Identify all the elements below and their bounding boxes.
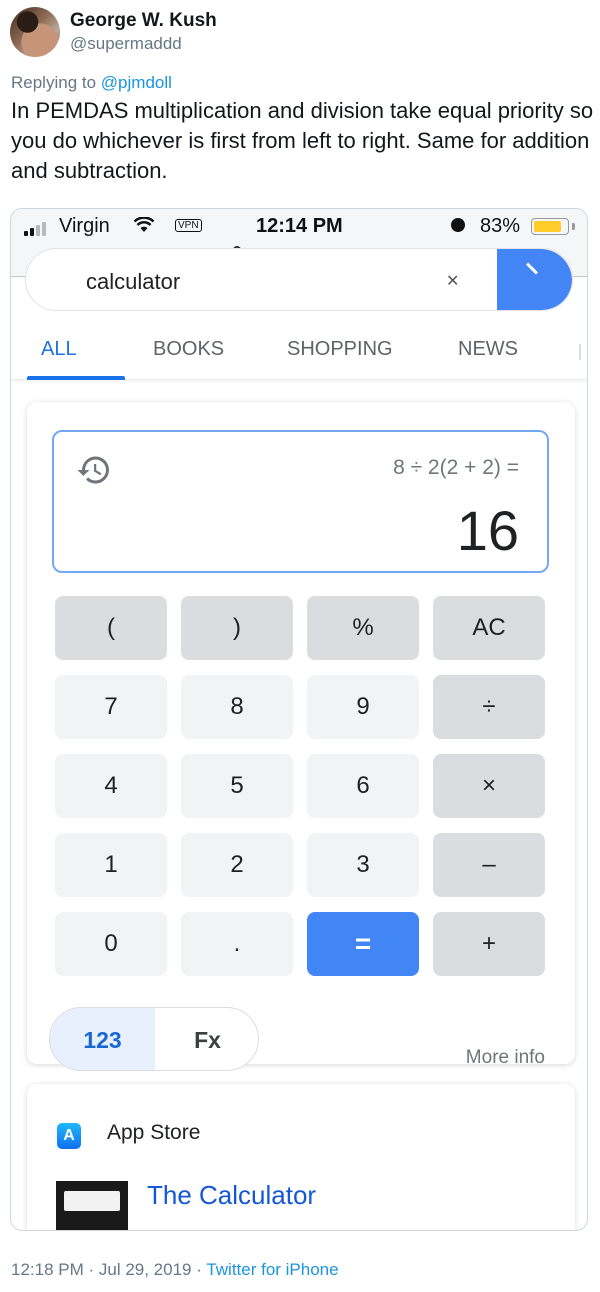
- key-9[interactable]: 9: [307, 675, 419, 739]
- replying-handle-link[interactable]: @pjmdoll: [101, 73, 172, 92]
- avatar[interactable]: [10, 7, 60, 57]
- app-thumbnail[interactable]: [56, 1181, 128, 1230]
- active-tab-indicator: [27, 376, 125, 380]
- tab-all[interactable]: ALL: [41, 338, 77, 361]
- replying-prefix: Replying to: [11, 73, 97, 92]
- app-store-label: App Store: [107, 1121, 201, 1144]
- author-name[interactable]: George W. Kush: [70, 10, 217, 32]
- history-icon[interactable]: [76, 452, 112, 488]
- tweet-media[interactable]: Virgin VPN 12:14 PM 83% google.com calcu…: [10, 208, 588, 1231]
- signal-icon: [24, 222, 46, 236]
- key-1[interactable]: 1: [55, 833, 167, 897]
- vpn-badge: VPN: [175, 219, 202, 232]
- tweet-timestamp[interactable]: 12:18 PM · Jul 29, 2019 ·: [11, 1260, 206, 1279]
- key-add[interactable]: +: [433, 912, 545, 976]
- tab-books[interactable]: BOOKS: [153, 338, 224, 361]
- mode-functions-button[interactable]: Fx: [155, 1008, 258, 1070]
- key-4[interactable]: 4: [55, 754, 167, 818]
- carrier-name: Virgin: [59, 215, 110, 237]
- clear-icon[interactable]: ✕: [446, 271, 459, 291]
- tab-shopping[interactable]: SHOPPING: [287, 338, 393, 361]
- key-multiply[interactable]: ×: [433, 754, 545, 818]
- mode-toggle: 123 Fx: [49, 1007, 259, 1071]
- wifi-icon: [133, 217, 155, 232]
- tab-news[interactable]: NEWS: [458, 338, 518, 361]
- app-store-icon: A: [57, 1123, 81, 1149]
- app-title-link[interactable]: The Calculator: [147, 1180, 316, 1211]
- key-equals[interactable]: =: [307, 912, 419, 976]
- search-query: calculator: [86, 269, 181, 294]
- battery-icon: [531, 218, 569, 235]
- ios-status-bar: Virgin VPN 12:14 PM 83%: [11, 209, 587, 239]
- key-open-paren[interactable]: (: [55, 596, 167, 660]
- status-time: 12:14 PM: [256, 215, 343, 237]
- battery-percent: 83%: [480, 215, 521, 237]
- key-8[interactable]: 8: [181, 675, 293, 739]
- battery-fill: [534, 221, 561, 232]
- app-store-result-card: A App Store The Calculator: [27, 1084, 575, 1230]
- google-results-page: calculator ✕ ALL BOOKS SHOPPING NEWS 8 ÷…: [11, 248, 587, 1230]
- calculator-expression: 8 ÷ 2(2 + 2) =: [393, 456, 519, 479]
- key-percent[interactable]: %: [307, 596, 419, 660]
- key-decimal[interactable]: .: [181, 912, 293, 976]
- calculator-result: 16: [456, 499, 519, 562]
- calculator-card: 8 ÷ 2(2 + 2) = 16 ()% AC 7 8 9 ÷ 4 5 6 × 1 2 3–0. = + …: [27, 402, 575, 1071]
- search-tabs: ALL BOOKS SHOPPING NEWS: [11, 314, 587, 380]
- search-button[interactable]: [497, 249, 572, 310]
- tweet-text: In PEMDAS multiplication and division ta…: [11, 98, 594, 183]
- key-6[interactable]: 6: [307, 754, 419, 818]
- calculator-display: 8 ÷ 2(2 + 2) = 16: [52, 430, 549, 573]
- mode-numeric-button[interactable]: 123: [50, 1008, 155, 1070]
- key-5[interactable]: 5: [181, 754, 293, 818]
- key-3[interactable]: 3: [307, 833, 419, 897]
- tab-overflow-indicator: [579, 344, 581, 360]
- key-7[interactable]: 7: [55, 675, 167, 739]
- search-input[interactable]: calculator ✕: [25, 248, 573, 311]
- key-all-clear[interactable]: AC: [433, 596, 545, 660]
- replying-to: Replying to @pjmdoll: [11, 73, 172, 93]
- key-divide[interactable]: ÷: [433, 675, 545, 739]
- key-0[interactable]: 0: [55, 912, 167, 976]
- key-close-paren[interactable]: ): [181, 596, 293, 660]
- battery-nub: [572, 223, 575, 230]
- more-info-link[interactable]: More info: [466, 1047, 545, 1069]
- author-handle[interactable]: @supermaddd: [70, 34, 182, 54]
- alarm-icon: [451, 218, 465, 232]
- key-subtract[interactable]: –: [433, 833, 545, 897]
- tweet-footer: 12:18 PM · Jul 29, 2019 · Twitter for iP…: [11, 1260, 339, 1280]
- key-2[interactable]: 2: [181, 833, 293, 897]
- tweet-source-link[interactable]: Twitter for iPhone: [206, 1260, 338, 1279]
